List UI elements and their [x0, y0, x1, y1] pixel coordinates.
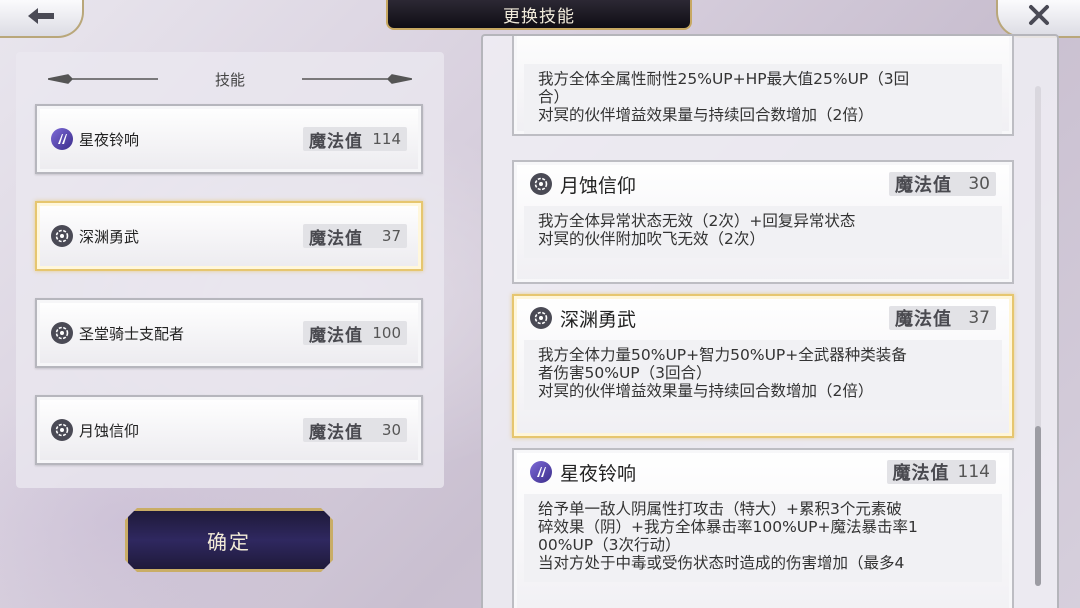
mp-cost: 魔法值 37 [303, 224, 407, 249]
page-title: 更换技能 [386, 0, 692, 30]
ornament-left-icon [48, 74, 158, 84]
mp-cost: 魔法值 37 [889, 306, 996, 330]
close-icon [1028, 3, 1050, 33]
gear-icon [51, 322, 73, 344]
gear-icon [51, 419, 73, 441]
gear-icon [51, 225, 73, 247]
skill-detail-panel[interactable]: 我方全体全属性耐性25%UP+HP最大值25%UP（3回 合） 对冥的伙伴增益效… [481, 34, 1059, 608]
moon-icon [530, 461, 552, 483]
back-button[interactable] [0, 0, 84, 38]
skill-detail-card[interactable]: 我方全体全属性耐性25%UP+HP最大值25%UP（3回 合） 对冥的伙伴增益效… [512, 36, 1014, 136]
skill-description: 我方全体全属性耐性25%UP+HP最大值25%UP（3回 合） 对冥的伙伴增益效… [524, 64, 1002, 134]
skill-name: 深渊勇武 [560, 308, 637, 331]
gear-icon [530, 173, 552, 195]
skill-description: 我方全体力量50%UP+智力50%UP+全武器种类装备 者伤害50%UP（3回合… [524, 340, 1002, 410]
skill-description: 给予单一敌人阴属性打攻击（特大）+累积3个元素破 碎效果（阴）+我方全体暴击率1… [524, 494, 1002, 582]
skill-detail-header: 月蚀信仰 魔法值 30 [514, 162, 1012, 206]
mp-cost: 魔法值 30 [889, 172, 996, 196]
skill-list-header: 技能 [16, 68, 444, 90]
confirm-button[interactable]: 确定 [125, 508, 333, 572]
skill-detail-header: 深渊勇武 魔法值 37 [514, 296, 1012, 340]
scrollbar-thumb[interactable] [1035, 426, 1041, 586]
moon-icon [51, 128, 73, 150]
skill-list-panel: 技能 星夜铃响 魔法值 114 深渊勇武 魔法值 37 圣堂骑士支配者 魔法值 … [16, 52, 444, 488]
skill-slot-2[interactable]: 深渊勇武 魔法值 37 [35, 201, 423, 271]
skill-detail-card-selected[interactable]: 深渊勇武 魔法值 37 我方全体力量50%UP+智力50%UP+全武器种类装备 … [512, 294, 1014, 438]
skill-detail-header: 星夜铃响 魔法值 114 [514, 450, 1012, 494]
skill-slot-3[interactable]: 圣堂骑士支配者 魔法值 100 [35, 298, 423, 368]
skill-name: 圣堂骑士支配者 [79, 324, 185, 343]
skill-name: 月蚀信仰 [560, 174, 637, 197]
skill-description: 我方全体异常状态无效（2次）+回复异常状态 对冥的伙伴附加吹飞无效（2次） [524, 206, 1002, 258]
skill-slot-4[interactable]: 月蚀信仰 魔法值 30 [35, 395, 423, 465]
ornament-right-icon [302, 74, 412, 84]
mp-cost: 魔法值 30 [303, 418, 407, 443]
skill-slot-1[interactable]: 星夜铃响 魔法值 114 [35, 104, 423, 174]
skill-name: 星夜铃响 [560, 462, 637, 485]
skill-list-title: 技能 [214, 70, 245, 89]
mp-cost: 魔法值 114 [303, 127, 407, 152]
skill-name: 深渊勇武 [79, 227, 140, 246]
close-button[interactable] [996, 0, 1080, 38]
arrow-left-icon [26, 3, 56, 33]
skill-name: 月蚀信仰 [79, 421, 140, 440]
mp-cost: 魔法值 114 [886, 460, 996, 484]
gear-icon [530, 307, 552, 329]
skill-detail-card[interactable]: 月蚀信仰 魔法值 30 我方全体异常状态无效（2次）+回复异常状态 对冥的伙伴附… [512, 160, 1014, 284]
skill-detail-card[interactable]: 星夜铃响 魔法值 114 给予单一敌人阴属性打攻击（特大）+累积3个元素破 碎效… [512, 448, 1014, 608]
mp-cost: 魔法值 100 [303, 321, 407, 346]
skill-name: 星夜铃响 [79, 130, 140, 149]
